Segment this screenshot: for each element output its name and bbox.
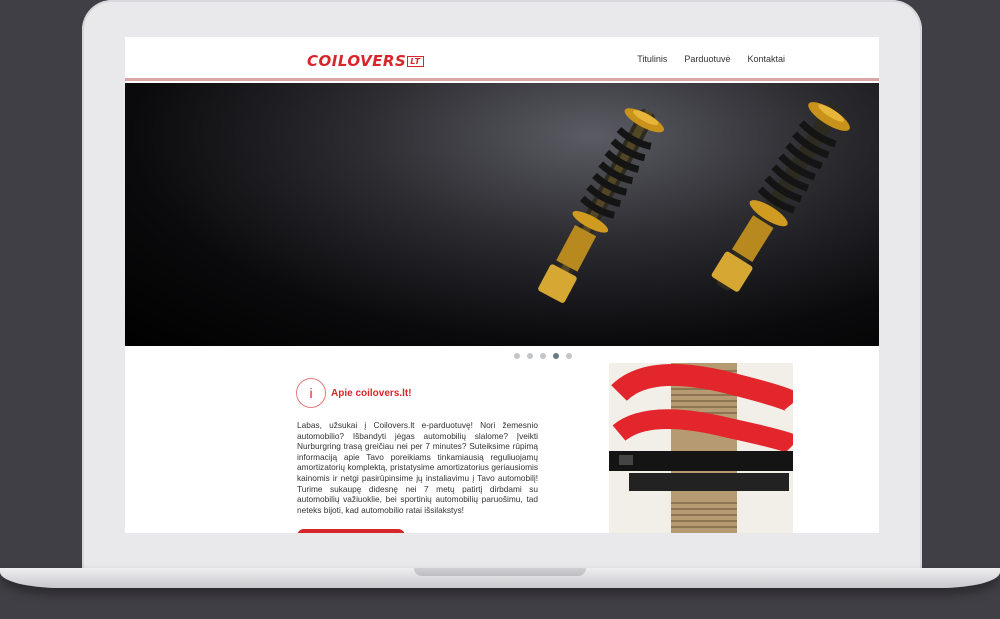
laptop-notch	[414, 568, 586, 576]
info-icon: i	[296, 378, 326, 408]
logo-text: COILOVERS	[307, 52, 407, 70]
slider-dot-active[interactable]	[553, 353, 559, 359]
slider-dots	[514, 353, 572, 359]
slider-dot[interactable]	[514, 353, 520, 359]
site-header: COILOVERS LT Titulinis Parduotuvė Kontakt…	[125, 37, 879, 81]
laptop-base	[0, 568, 1000, 588]
slider-dot[interactable]	[566, 353, 572, 359]
slider-dot[interactable]	[527, 353, 533, 359]
browser-screen: COILOVERS LT Titulinis Parduotuvė Kontakt…	[125, 37, 879, 533]
site-logo[interactable]: COILOVERS LT	[307, 52, 424, 70]
mockup-stage: COILOVERS LT Titulinis Parduotuvė Kontakt…	[0, 0, 1000, 619]
nav-item-home[interactable]: Titulinis	[637, 54, 667, 64]
coilover-illustration	[538, 102, 850, 303]
spring-illustration	[609, 363, 793, 533]
read-more-button[interactable]	[297, 529, 405, 533]
about-text: Labas, užsukai į Coilovers.lt e-parduotu…	[297, 420, 538, 515]
spring-photo	[609, 363, 793, 533]
hero-slider-image[interactable]	[125, 83, 879, 346]
main-nav: Titulinis Parduotuvė Kontaktai	[637, 54, 785, 64]
header-divider	[125, 78, 879, 81]
nav-item-contacts[interactable]: Kontaktai	[747, 54, 785, 64]
slider-dot[interactable]	[540, 353, 546, 359]
logo-tld: LT	[407, 56, 424, 67]
about-title: Apie coilovers.lt!	[331, 388, 412, 399]
nav-item-shop[interactable]: Parduotuvė	[684, 54, 730, 64]
